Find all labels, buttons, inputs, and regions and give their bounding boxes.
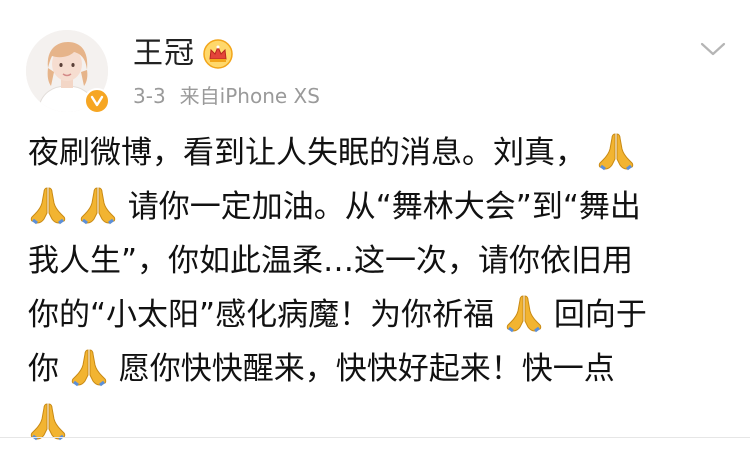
author-row: 王冠: [133, 34, 233, 74]
content-text: 我人生”，你如此温柔…这一次，请你依旧用: [28, 243, 634, 279]
post-source: 来自iPhone XS: [179, 84, 320, 108]
post-meta: 3-3 来自iPhone XS: [133, 82, 320, 110]
content-line: 我人生”，你如此温柔…这一次，请你依旧用: [28, 234, 728, 288]
content-line: 你的“小太阳”感化病魔！为你祈福 回向于: [28, 288, 728, 342]
weibo-post: 王冠 3-3 来自iPhone XS 夜刷微博，看到让人失眠的消息。刘真， 请你…: [0, 0, 750, 445]
folded-hands-icon: [70, 347, 108, 387]
content-text: 回向于: [553, 297, 647, 333]
content-line: 你 愿你快快醒来，快快好起来！快一点: [28, 342, 728, 396]
content-text: 你的“小太阳”感化病魔！为你祈福: [28, 297, 495, 333]
content-line: 请你一定加油。从“舞林大会”到“舞出: [28, 180, 728, 234]
folded-hands-icon: [505, 293, 543, 333]
folded-hands-icon: [79, 185, 117, 225]
content-line: 夜刷微博，看到让人失眠的消息。刘真，: [28, 126, 728, 180]
content-text: 你: [28, 351, 59, 387]
post-date: 3-3: [133, 84, 166, 108]
author-name[interactable]: 王冠: [133, 34, 195, 74]
content-text: 愿你快快醒来，快快好起来！快一点: [118, 351, 615, 387]
divider: [0, 437, 750, 438]
folded-hands-icon: [29, 401, 67, 441]
verified-badge-icon: [84, 88, 110, 114]
content-text: 夜刷微博，看到让人失眠的消息。刘真，: [28, 135, 586, 171]
chevron-down-icon[interactable]: [698, 38, 728, 60]
content-text: 请你一定加油。从“舞林大会”到“舞出: [127, 189, 641, 225]
avatar[interactable]: [26, 30, 110, 114]
folded-hands-icon: [597, 131, 635, 171]
content-line: [28, 396, 728, 450]
post-content: 夜刷微博，看到让人失眠的消息。刘真， 请你一定加油。从“舞林大会”到“舞出 我人…: [28, 126, 728, 450]
crown-icon[interactable]: [203, 39, 233, 69]
folded-hands-icon: [29, 185, 67, 225]
post-header: 王冠 3-3 来自iPhone XS: [0, 0, 750, 120]
